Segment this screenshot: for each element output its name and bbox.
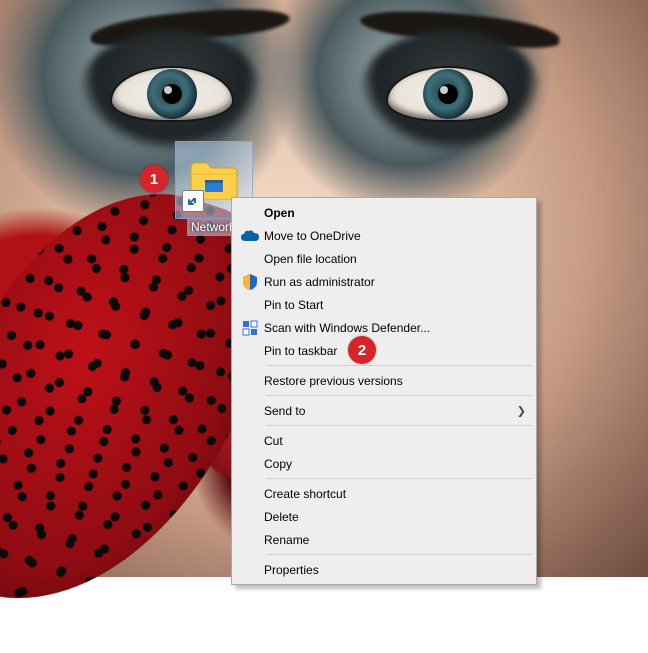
callout-badge-1: 1: [140, 165, 168, 193]
menu-label: Rename: [264, 533, 514, 547]
menu-label: Open file location: [264, 252, 514, 266]
menu-separator: [266, 425, 532, 426]
context-menu: Open Move to OneDrive Open file location…: [231, 197, 537, 585]
menu-item-scan-with-defender[interactable]: Scan with Windows Defender...: [234, 316, 534, 339]
menu-label: Delete: [264, 510, 514, 524]
shield-icon: [236, 274, 264, 290]
menu-label: Scan with Windows Defender...: [264, 321, 514, 335]
callout-badge-1-text: 1: [150, 171, 158, 188]
menu-label: Move to OneDrive: [264, 229, 514, 243]
menu-label: Pin to Start: [264, 298, 514, 312]
menu-item-create-shortcut[interactable]: Create shortcut: [234, 482, 534, 505]
callout-badge-2-text: 2: [358, 342, 366, 359]
menu-label: Run as administrator: [264, 275, 514, 289]
onedrive-icon: [236, 230, 264, 242]
menu-item-restore-previous-versions[interactable]: Restore previous versions: [234, 369, 534, 392]
menu-label: Copy: [264, 457, 514, 471]
menu-item-open[interactable]: Open: [234, 201, 534, 224]
menu-label: Create shortcut: [264, 487, 514, 501]
menu-separator: [266, 478, 532, 479]
menu-item-cut[interactable]: Cut: [234, 429, 534, 452]
menu-item-open-file-location[interactable]: Open file location: [234, 247, 534, 270]
shortcut-overlay-icon: [182, 190, 204, 212]
menu-label: Restore previous versions: [264, 374, 514, 388]
menu-label: Send to: [264, 404, 514, 418]
menu-separator: [266, 554, 532, 555]
menu-item-run-as-administrator[interactable]: Run as administrator: [234, 270, 534, 293]
menu-item-move-to-onedrive[interactable]: Move to OneDrive: [234, 224, 534, 247]
menu-separator: [266, 365, 532, 366]
menu-item-copy[interactable]: Copy: [234, 452, 534, 475]
menu-item-pin-to-start[interactable]: Pin to Start: [234, 293, 534, 316]
menu-label: Cut: [264, 434, 514, 448]
menu-item-delete[interactable]: Delete: [234, 505, 534, 528]
menu-item-send-to[interactable]: Send to ❯: [234, 399, 534, 422]
menu-item-properties[interactable]: Properties: [234, 558, 534, 581]
defender-icon: [236, 320, 264, 336]
submenu-chevron-icon: ❯: [517, 404, 526, 417]
menu-label: Pin to taskbar: [264, 344, 514, 358]
callout-badge-2: 2: [348, 336, 376, 364]
menu-label: Properties: [264, 563, 514, 577]
menu-item-rename[interactable]: Rename: [234, 528, 534, 551]
menu-label: Open: [264, 206, 514, 220]
menu-separator: [266, 395, 532, 396]
menu-item-pin-to-taskbar[interactable]: Pin to taskbar: [234, 339, 534, 362]
